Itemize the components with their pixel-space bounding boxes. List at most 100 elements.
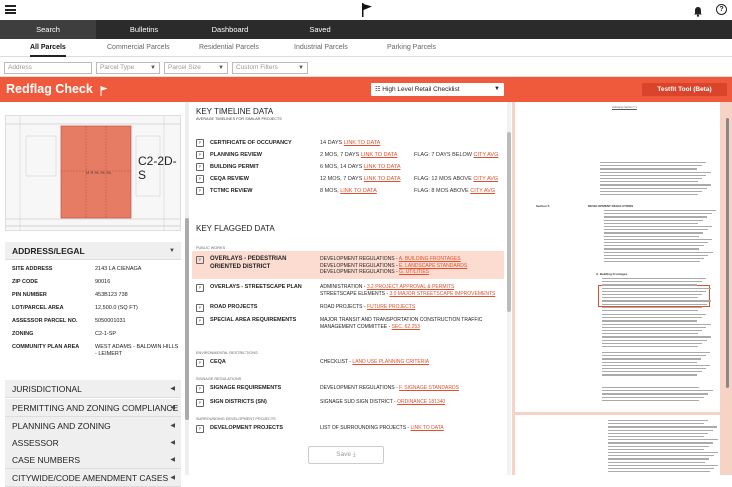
detail-link[interactable]: 3.2 PROJECT APPROVAL & PERMITS <box>367 284 454 290</box>
link-to-data[interactable]: LINK TO DATA <box>344 140 381 146</box>
detail-link[interactable]: FUTURE PROJECTS <box>367 304 415 310</box>
city-avg-link[interactable]: CITY AVG <box>474 152 499 158</box>
document-icon: P <box>196 304 204 312</box>
document-text-line <box>602 310 698 312</box>
detail-link[interactable]: LAND USE PLANNING CRITERIA <box>352 359 429 365</box>
document-text-line <box>600 190 703 193</box>
detail-link[interactable]: SEC. 62.253 <box>392 324 420 330</box>
document-text-line <box>604 226 712 228</box>
address-legal-header[interactable]: ADDRESS/LEGAL ▼ <box>5 242 181 260</box>
parcel-type-select[interactable]: Parcel Type ▼ <box>96 62 160 74</box>
parcel-size-select[interactable]: Parcel Size ▼ <box>164 62 228 74</box>
document-text-line <box>604 261 700 263</box>
address-input[interactable]: Address <box>4 62 92 74</box>
chevron-down-icon: ▼ <box>218 65 224 71</box>
hamburger-menu-icon[interactable] <box>5 5 16 14</box>
detail-link[interactable]: ORDINANCE 181340 <box>397 399 445 405</box>
document-icon: P <box>196 163 204 171</box>
city-avg-link[interactable]: CITY AVG <box>470 188 495 194</box>
tab-dashboard[interactable]: Dashboard <box>182 20 278 39</box>
document-preview[interactable]: Ordinance Section 7.1 Section 5. DEVELOP… <box>512 102 732 475</box>
flag-text: FLAG: 7 DAYS BELOW <box>414 152 472 158</box>
duration-text: 6 MOS, 14 DAYS <box>320 164 363 170</box>
custom-filters-select[interactable]: Custom Filters ▼ <box>232 62 308 74</box>
address-key: ZONING <box>12 331 34 337</box>
document-text-line <box>604 210 716 212</box>
flag-text: FLAG: 12 MOS ABOVE <box>414 176 472 182</box>
tab-saved[interactable]: Saved <box>272 20 368 39</box>
testfit-button[interactable]: Testfit Tool (Beta) <box>642 83 727 96</box>
flag-logo-icon[interactable] <box>361 3 373 17</box>
accordion-case-numbers[interactable]: CASE NUMBERS ◀ <box>5 451 181 469</box>
flag-icon <box>100 83 108 96</box>
link-to-data[interactable]: LINK TO DATA <box>361 152 398 158</box>
right-scrollbar[interactable] <box>725 102 730 475</box>
right-scrollbar-thumb[interactable] <box>726 118 729 388</box>
subtab-all-parcels[interactable]: All Parcels <box>30 39 66 57</box>
accordion-label: PERMITTING AND ZONING COMPLIANCE <box>12 403 179 413</box>
detail-text: DEVELOPMENT REGULATIONS - <box>320 385 399 391</box>
detail-link[interactable]: G. UTILITIES <box>399 269 429 275</box>
address-value: 90016 <box>95 279 111 285</box>
left-scrollbar[interactable] <box>185 102 189 475</box>
accordion-permitting[interactable]: PERMITTING AND ZONING COMPLIANCE ◀ <box>5 399 181 417</box>
timeline-name: BUILDING PERMIT <box>210 164 259 170</box>
flagged-details: LIST OF SURROUNDING PROJECTS - LINK TO D… <box>320 425 444 432</box>
detail-text: DEVELOPMENT REGULATIONS - <box>320 256 399 262</box>
document-text-line <box>600 165 702 167</box>
link-to-data[interactable]: LINK TO DATA <box>364 164 401 170</box>
document-text-line <box>602 317 702 319</box>
parcel-map[interactable]: C2-2D-S M R HL HL HL <box>5 115 181 231</box>
detail-link[interactable]: A. BUILDING FRONTAGES <box>399 256 461 262</box>
document-text-line <box>600 168 698 170</box>
document-text-line <box>602 326 707 329</box>
category-label: SURROUNDING DEVELOPMENT PROJECTS <box>196 417 276 421</box>
help-icon[interactable]: ? <box>716 4 727 15</box>
accordion-assessor[interactable]: ASSESSOR ◀ <box>5 434 181 452</box>
document-text-line <box>608 452 718 454</box>
category-label: ENVIRONMENTAL RESTRICTIONS <box>196 351 258 355</box>
chevron-left-icon: ◀ <box>170 423 175 429</box>
detail-text: DEVELOPMENT REGULATIONS - <box>320 269 399 275</box>
address-key: SITE ADDRESS <box>12 266 53 272</box>
link-to-data[interactable]: LINK TO DATA <box>364 176 401 182</box>
left-scrollbar-thumb[interactable] <box>185 218 189 420</box>
tab-search[interactable]: Search <box>0 20 96 39</box>
subtab-parking[interactable]: Parking Parcels <box>387 39 436 57</box>
custom-filters-label: Custom Filters <box>236 64 278 71</box>
detail-link[interactable]: LINK TO DATA <box>410 425 443 431</box>
accordion-planning[interactable]: PLANNING AND ZONING ◀ <box>5 417 181 435</box>
document-icon: P <box>196 385 204 393</box>
link-to-data[interactable]: LINK TO DATA <box>340 188 377 194</box>
accordion-citywide[interactable]: CITYWIDE/CODE AMENDMENT CASES ◀ <box>5 469 181 487</box>
document-text-line <box>600 174 707 177</box>
document-icon: P <box>196 317 204 325</box>
accordion-jurisdictional[interactable]: JURISDICTIONAL ◀ <box>5 380 181 398</box>
subtab-residential[interactable]: Residential Parcels <box>199 39 259 57</box>
document-text-line <box>602 336 712 338</box>
document-text-line <box>604 235 699 237</box>
tab-bulletins[interactable]: Bulletins <box>96 20 192 39</box>
detail-link[interactable]: E. LANDSCAPE STANDARDS <box>399 263 467 269</box>
timeline-row: P CEQA REVIEW 12 MOS, 7 DAYS LINK TO DATA F… <box>196 174 508 186</box>
duration-text: 8 MOS, <box>320 188 339 194</box>
middle-scrollbar[interactable] <box>507 102 511 475</box>
detail-link[interactable]: 3.0 MAJOR STREETSCAPE IMPROVEMENTS <box>389 291 495 297</box>
address-value: 12,500.0 (SQ FT) <box>95 305 138 311</box>
document-icon: P <box>196 359 204 367</box>
middle-scrollbar-thumb[interactable] <box>507 132 511 312</box>
subtab-industrial[interactable]: Industrial Parcels <box>294 39 348 57</box>
timeline-name: CERTIFICATE OF OCCUPANCY <box>210 140 292 146</box>
document-text-line <box>602 320 698 322</box>
document-text-line <box>602 330 702 332</box>
accordion-label: JURISDICTIONAL <box>12 384 82 394</box>
subtab-commercial[interactable]: Commercial Parcels <box>107 39 170 57</box>
timeline-duration: 2 MOS, 7 DAYS LINK TO DATA <box>320 152 397 158</box>
city-avg-link[interactable]: CITY AVG <box>473 176 498 182</box>
checklist-select[interactable]: ☷ High Level Retail Checklist ▼ <box>371 83 504 96</box>
bell-icon[interactable] <box>693 4 703 17</box>
save-button[interactable]: Save ⤓ <box>308 446 384 464</box>
detail-link[interactable]: F. SIGNAGE STANDARDS <box>399 385 459 391</box>
document-icon: P <box>196 425 204 433</box>
document-text-line <box>604 238 713 241</box>
